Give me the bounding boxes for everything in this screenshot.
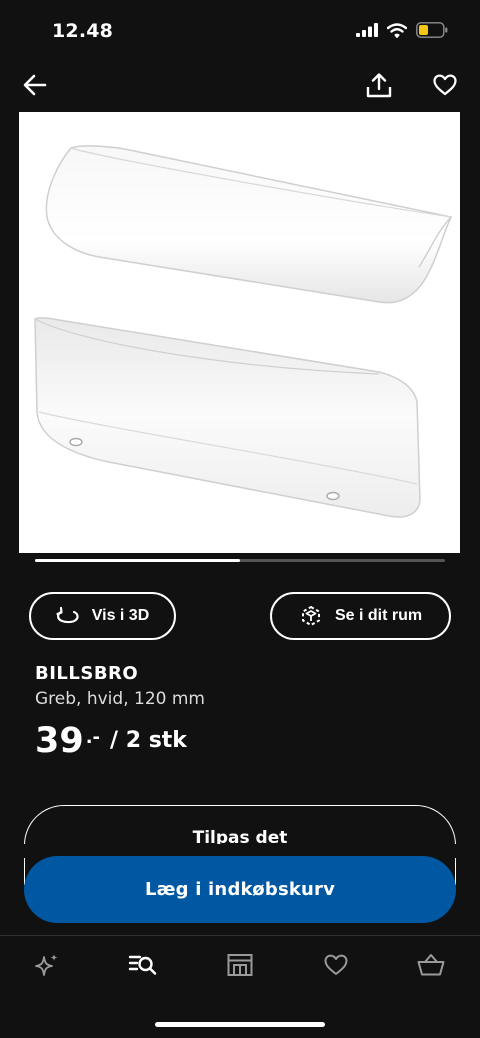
product-name: BILLSBRO bbox=[35, 663, 139, 684]
search-list-icon bbox=[128, 955, 157, 975]
rotate-3d-icon bbox=[56, 606, 79, 624]
view-in-room-button[interactable]: Se i dit rum bbox=[270, 592, 451, 640]
view-in-room-label: Se i dit rum bbox=[334, 607, 423, 624]
handle-product-illustration bbox=[34, 145, 453, 518]
battery-icon bbox=[416, 22, 448, 38]
back-arrow-icon bbox=[23, 74, 47, 96]
home-indicator[interactable] bbox=[155, 1022, 325, 1027]
tab-favorites[interactable] bbox=[314, 948, 358, 982]
tab-stores[interactable] bbox=[218, 948, 262, 982]
price-integer: 39 bbox=[35, 721, 84, 761]
basket-icon bbox=[417, 954, 445, 976]
augmented-reality-icon bbox=[301, 606, 320, 626]
add-to-cart-label: Læg i indkøbskurv bbox=[144, 879, 336, 900]
heart-icon bbox=[433, 74, 457, 96]
price-decimal: .- bbox=[85, 727, 101, 748]
tab-search[interactable] bbox=[121, 948, 165, 982]
view-in-3d-label: Vis i 3D bbox=[91, 607, 150, 624]
image-carousel-progress-fill bbox=[35, 559, 240, 562]
share-button[interactable] bbox=[361, 67, 397, 103]
status-time: 12.48 bbox=[52, 20, 114, 42]
tab-cart[interactable] bbox=[409, 948, 453, 982]
view-in-3d-button[interactable]: Vis i 3D bbox=[29, 592, 176, 640]
signal-icon bbox=[356, 23, 378, 37]
tab-bar-divider bbox=[0, 935, 480, 936]
store-icon bbox=[227, 954, 253, 976]
wifi-icon bbox=[387, 22, 407, 38]
heart-icon bbox=[324, 954, 348, 975]
price-unit: / 2 stk bbox=[110, 728, 187, 753]
tab-inspiration[interactable] bbox=[25, 948, 69, 982]
sparkle-icon bbox=[35, 954, 58, 976]
status-icons bbox=[356, 22, 448, 38]
share-icon bbox=[366, 73, 392, 98]
back-button[interactable] bbox=[17, 67, 53, 103]
product-price: 39 .- / 2 stk bbox=[35, 721, 187, 761]
product-description: Greb, hvid, 120 mm bbox=[35, 689, 205, 709]
product-image[interactable] bbox=[19, 112, 460, 553]
image-carousel-progress bbox=[35, 559, 445, 562]
favorite-button[interactable] bbox=[427, 67, 463, 103]
add-to-cart-button[interactable]: Læg i indkøbskurv bbox=[24, 856, 456, 923]
